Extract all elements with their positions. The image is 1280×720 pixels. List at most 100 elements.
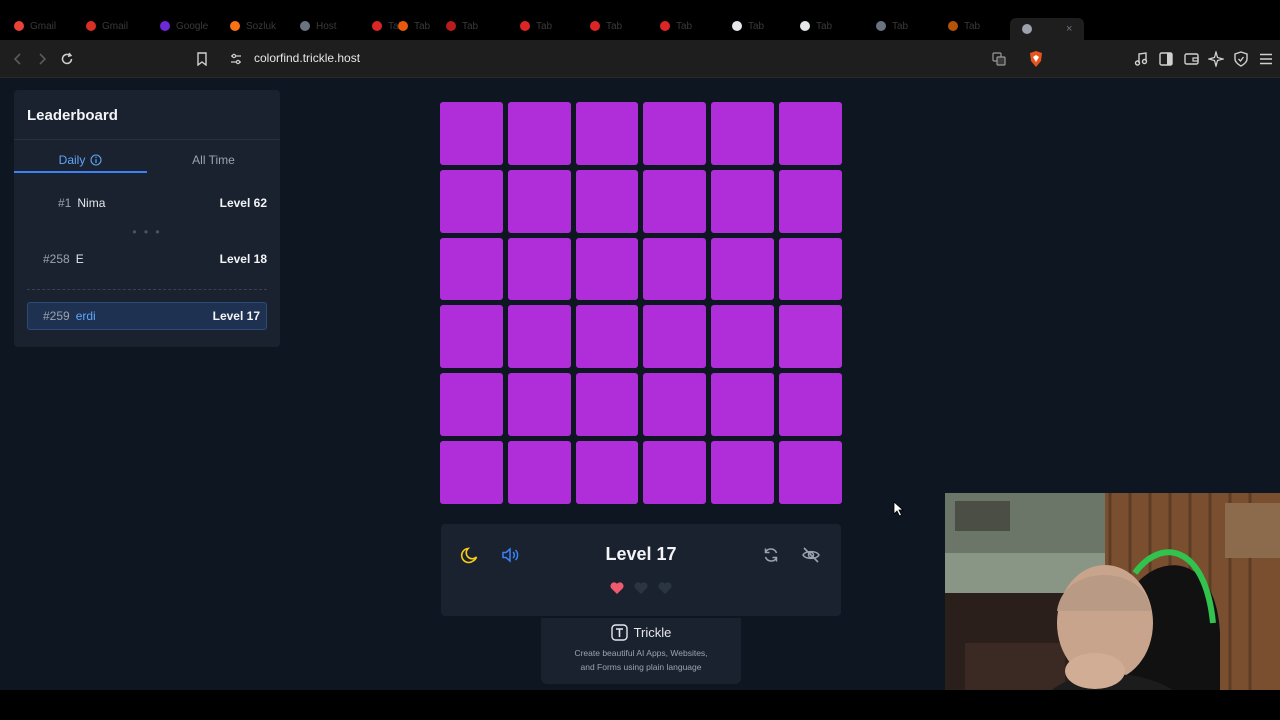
grid-cell[interactable] bbox=[643, 373, 707, 437]
grid-cell[interactable] bbox=[711, 237, 775, 301]
hide-button[interactable] bbox=[800, 544, 822, 566]
browser-tab[interactable]: Tab bbox=[590, 16, 622, 36]
vpn-button[interactable] bbox=[1231, 49, 1251, 69]
grid-cell[interactable] bbox=[507, 237, 571, 301]
browser-tab[interactable]: Tab bbox=[948, 16, 980, 36]
restart-button[interactable] bbox=[760, 544, 782, 566]
tab-favicon-icon bbox=[660, 21, 670, 31]
grid-cell[interactable] bbox=[779, 441, 842, 504]
browser-tab-active[interactable]: × bbox=[1010, 18, 1085, 40]
info-icon[interactable] bbox=[90, 154, 102, 166]
browser-tab[interactable]: Tab bbox=[876, 16, 908, 36]
browser-tab[interactable]: Gmail bbox=[14, 16, 56, 36]
grid-cell[interactable] bbox=[440, 441, 503, 504]
grid-cell[interactable] bbox=[643, 102, 707, 165]
browser-tab[interactable]: Tab bbox=[446, 16, 478, 36]
grid-cell[interactable] bbox=[440, 373, 503, 437]
translate-icon[interactable] bbox=[992, 52, 1006, 66]
grid-cell[interactable] bbox=[779, 373, 842, 437]
site-settings-icon[interactable] bbox=[230, 53, 242, 65]
tab-favicon-icon bbox=[876, 21, 886, 31]
grid-cell[interactable] bbox=[643, 441, 707, 504]
media-button[interactable] bbox=[1131, 49, 1151, 69]
grid-cell[interactable] bbox=[440, 237, 503, 301]
grid-cell[interactable] bbox=[575, 305, 639, 369]
tab-title: Gmail bbox=[102, 20, 129, 32]
grid-cell[interactable] bbox=[779, 305, 842, 369]
leaderboard-ellipsis: • • • bbox=[132, 225, 162, 239]
grid-cell[interactable] bbox=[507, 169, 571, 233]
grid-cell[interactable] bbox=[440, 305, 503, 369]
browser-tab[interactable]: Host bbox=[300, 16, 337, 36]
grid-cell[interactable] bbox=[575, 441, 639, 504]
sparkle-icon bbox=[1208, 51, 1224, 67]
game-controls-panel: Level 17 bbox=[441, 524, 841, 616]
grid-cell[interactable] bbox=[711, 305, 775, 369]
grid-cell[interactable] bbox=[779, 169, 842, 233]
grid-cell[interactable] bbox=[507, 305, 571, 369]
grid-cell[interactable] bbox=[711, 169, 775, 233]
grid-cell[interactable] bbox=[643, 305, 707, 369]
grid-cell[interactable] bbox=[440, 102, 503, 165]
grid-cell[interactable] bbox=[643, 169, 707, 233]
forward-button[interactable] bbox=[32, 49, 52, 69]
leaderboard-title: Leaderboard bbox=[27, 107, 118, 124]
grid-cell[interactable] bbox=[643, 237, 707, 301]
trickle-logo-icon bbox=[610, 624, 628, 641]
leaderboard-name: Nima bbox=[77, 196, 106, 210]
wallet-button[interactable] bbox=[1181, 49, 1201, 69]
screen-bottom-bar bbox=[0, 690, 1280, 720]
bookmark-icon bbox=[197, 52, 207, 66]
promo-tagline-line-1: Create beautiful AI Apps, Websites, bbox=[574, 648, 708, 658]
grid-cell[interactable] bbox=[575, 373, 639, 437]
bookmark-button[interactable] bbox=[192, 49, 212, 69]
tab-title: Gmail bbox=[30, 20, 57, 32]
tab-close-icon[interactable]: × bbox=[1066, 23, 1072, 35]
leaderboard-row-current-user: #259 erdi Level 17 bbox=[27, 302, 267, 330]
mouse-cursor-icon bbox=[893, 501, 905, 517]
trickle-promo[interactable]: Trickle Create beautiful AI Apps, Websit… bbox=[541, 618, 741, 684]
tab-favicon-icon bbox=[948, 21, 958, 31]
tab-daily[interactable]: Daily bbox=[14, 148, 147, 172]
back-button[interactable] bbox=[8, 49, 28, 69]
browser-tab[interactable]: Sozluk bbox=[230, 16, 276, 36]
trickle-brand: Trickle bbox=[541, 624, 741, 641]
grid-cell[interactable] bbox=[779, 102, 842, 165]
arrow-right-icon bbox=[39, 53, 47, 65]
sidebar-button[interactable] bbox=[1156, 49, 1176, 69]
tab-title: Tab bbox=[748, 20, 765, 32]
grid-cell[interactable] bbox=[575, 169, 639, 233]
tab-favicon-icon bbox=[86, 21, 96, 31]
music-note-icon bbox=[1134, 52, 1148, 66]
browser-tab[interactable]: Tab bbox=[520, 16, 552, 36]
tab-all-time[interactable]: All Time bbox=[147, 148, 280, 172]
grid-cell[interactable] bbox=[711, 373, 775, 437]
browser-tab[interactable]: Tab bbox=[732, 16, 764, 36]
grid-cell[interactable] bbox=[507, 441, 571, 504]
reload-button[interactable] bbox=[57, 49, 77, 69]
leaderboard-level: Level 17 bbox=[212, 309, 260, 323]
brave-shields-icon[interactable] bbox=[1028, 50, 1044, 68]
color-grid bbox=[440, 102, 842, 504]
shield-icon bbox=[1234, 51, 1248, 67]
grid-cell[interactable] bbox=[575, 102, 639, 165]
browser-tab[interactable]: Google bbox=[160, 16, 208, 36]
grid-cell[interactable] bbox=[711, 441, 775, 504]
grid-cell[interactable] bbox=[711, 102, 775, 165]
browser-tab[interactable]: Gmail bbox=[86, 16, 128, 36]
browser-tab[interactable]: Tab bbox=[660, 16, 692, 36]
tab-favicon-icon bbox=[372, 21, 382, 31]
grid-cell[interactable] bbox=[575, 237, 639, 301]
grid-cell[interactable] bbox=[779, 237, 842, 301]
leo-ai-button[interactable] bbox=[1206, 49, 1226, 69]
divider bbox=[27, 289, 267, 290]
tab-title: Tab bbox=[606, 20, 623, 32]
address-bar[interactable]: colorfind.trickle.host bbox=[222, 45, 1054, 73]
tab-title: Sozluk bbox=[246, 20, 277, 32]
grid-cell[interactable] bbox=[440, 169, 503, 233]
grid-cell[interactable] bbox=[507, 373, 571, 437]
browser-tab[interactable]: Tab bbox=[800, 16, 832, 36]
grid-cell[interactable] bbox=[507, 102, 571, 165]
browser-tab[interactable]: Tab bbox=[398, 16, 430, 36]
menu-button[interactable] bbox=[1256, 49, 1276, 69]
